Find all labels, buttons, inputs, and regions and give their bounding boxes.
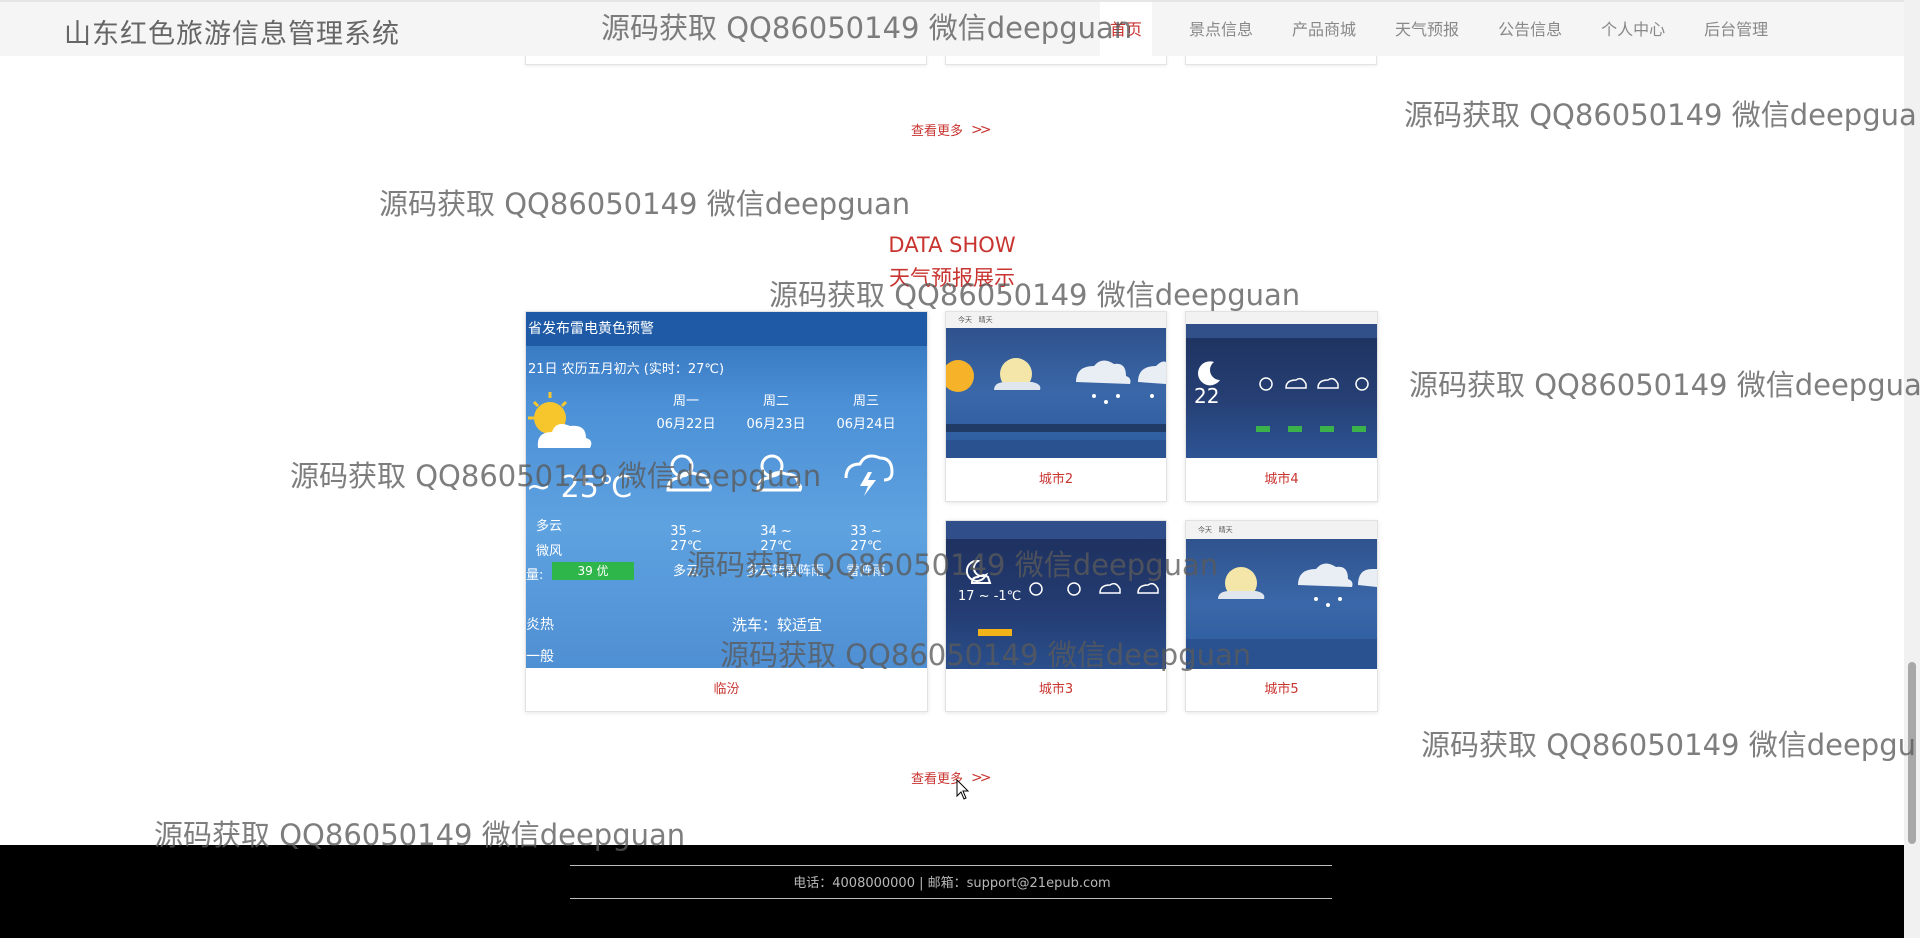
nav-admin[interactable]: 后台管理 <box>1685 2 1787 58</box>
index-carwash: 洗车：较适宜 <box>732 616 823 634</box>
weather-card-city4[interactable]: 22 城市4 <box>1185 311 1378 502</box>
forecast-desc: 雷阵雨 <box>846 564 886 579</box>
forecast-day: 周一 <box>672 394 699 409</box>
sun-cloud-icon <box>528 392 592 448</box>
thunderstorm-icon <box>844 454 894 496</box>
forecast-icons <box>1259 377 1369 391</box>
forecast-desc: 多云 <box>672 564 699 579</box>
forecast-icons <box>1029 582 1159 596</box>
city3-temp: 17 ~ -1℃ <box>958 589 1022 604</box>
today-wind: 微风 <box>536 544 563 559</box>
weather-card-city2[interactable]: 今天 晴天 城市2 <box>945 311 1167 502</box>
main-nav: 首页 景点信息 产品商城 天气预报 公告信息 个人中心 后台管理 <box>1100 2 1788 58</box>
weather-icons <box>946 358 1166 404</box>
watermark-text: 源码获取 QQ86050149 微信deepgu <box>1421 728 1916 762</box>
forecast-date: 06月22日 <box>656 417 716 432</box>
index-normal: 一般 <box>526 649 554 665</box>
footer-divider <box>570 898 1332 899</box>
nav-shop[interactable]: 产品商城 <box>1273 2 1375 58</box>
section-title-en: DATA SHOW <box>888 233 1016 257</box>
weather-icons <box>1218 563 1377 607</box>
page-scrollbar[interactable] <box>1904 0 1920 938</box>
aqi-badge: 39 优 <box>552 562 634 580</box>
partly-cloudy-icon <box>756 454 803 492</box>
forecast-temp: 33 ~ 27℃ <box>850 524 882 554</box>
footer: 电话：4008000000 | 邮箱：support@21epub.com <box>0 845 1904 938</box>
footer-divider <box>570 865 1332 866</box>
view-more-label: 查看更多 <box>911 124 964 139</box>
warning-banner: 省发布雷电黄色预警 <box>526 312 927 346</box>
double-chevron-right-icon: >> <box>971 121 992 138</box>
forecast-date: 06月23日 <box>746 417 806 432</box>
nav-attractions[interactable]: 景点信息 <box>1170 2 1272 58</box>
card-label: 城市3 <box>1038 682 1074 697</box>
today-temp: ~ 25℃ <box>526 470 633 505</box>
watermark-text: 源码获取 QQ86050149 微信deepguan <box>379 187 911 221</box>
card-label: 城市4 <box>1264 472 1299 487</box>
watermark-text: 源码获取 QQ86050149 微信deepgua <box>1404 98 1917 132</box>
partly-cloudy-icon <box>666 454 713 492</box>
nav-home[interactable]: 首页 <box>1100 2 1153 58</box>
site-title: 山东红色旅游信息管理系统 <box>64 19 400 50</box>
card-label: 临汾 <box>713 682 740 697</box>
card-label: 城市5 <box>1264 682 1299 697</box>
forecast-desc: 多云转雷阵雨 <box>746 564 825 579</box>
forecast-day: 周二 <box>762 394 789 409</box>
forecast-temp: 34 ~ 27℃ <box>760 524 792 554</box>
index-hot: 炎热 <box>526 617 554 633</box>
forecast-day: 周三 <box>852 394 879 409</box>
weather-card-city5[interactable]: 今天 晴天 城市5 <box>1185 520 1378 712</box>
weather-thumbnail: 省发布雷电黄色预警 21日 农历五月初六 (实时：27℃) ~ 25℃ 多云 微… <box>526 312 927 668</box>
weather-thumbnail: 今天 晴天 <box>946 312 1166 458</box>
forecast-date: 06月24日 <box>836 417 896 432</box>
weather-card-city3[interactable]: 17 ~ -1℃ 城市3 <box>945 520 1167 712</box>
nav-notices[interactable]: 公告信息 <box>1479 2 1581 58</box>
view-more-link[interactable]: 查看更多 >> <box>911 768 992 788</box>
section-title-cn: 天气预报展示 <box>889 266 1015 290</box>
city4-temp: 22 <box>1194 384 1220 408</box>
forecast-temp: 35 ~ 27℃ <box>670 524 702 554</box>
card-label: 城市2 <box>1038 472 1074 487</box>
watermark-text: 源码获取 QQ86050149 微信deepgua <box>1409 368 1920 402</box>
mouse-cursor-icon <box>956 779 970 800</box>
footer-contact: 电话：4008000000 | 邮箱：support@21epub.com <box>793 876 1111 891</box>
view-more-link-top[interactable]: 查看更多 >> <box>911 120 992 140</box>
date-line: 21日 农历五月初六 (实时：27℃) <box>528 362 725 377</box>
nav-weather[interactable]: 天气预报 <box>1376 2 1478 58</box>
page: 山东红色旅游信息管理系统 首页 景点信息 产品商城 天气预报 公告信息 个人中心… <box>0 0 1920 938</box>
weather-thumbnail: 今天 晴天 <box>1186 521 1377 669</box>
nav-profile[interactable]: 个人中心 <box>1582 2 1684 58</box>
moon-cloud-icon <box>965 559 992 584</box>
aqi-label: 量: <box>526 568 544 583</box>
weather-thumbnail: 17 ~ -1℃ <box>946 521 1166 669</box>
today-desc: 多云 <box>536 519 563 534</box>
weather-card-linfen[interactable]: 省发布雷电黄色预警 21日 农历五月初六 (实时：27℃) ~ 25℃ 多云 微… <box>525 311 928 712</box>
top-header: 山东红色旅游信息管理系统 首页 景点信息 产品商城 天气预报 公告信息 个人中心… <box>0 0 1904 58</box>
scrollbar-thumb[interactable] <box>1908 662 1916 844</box>
double-chevron-right-icon: >> <box>971 769 992 786</box>
weather-thumbnail: 22 <box>1186 312 1377 458</box>
